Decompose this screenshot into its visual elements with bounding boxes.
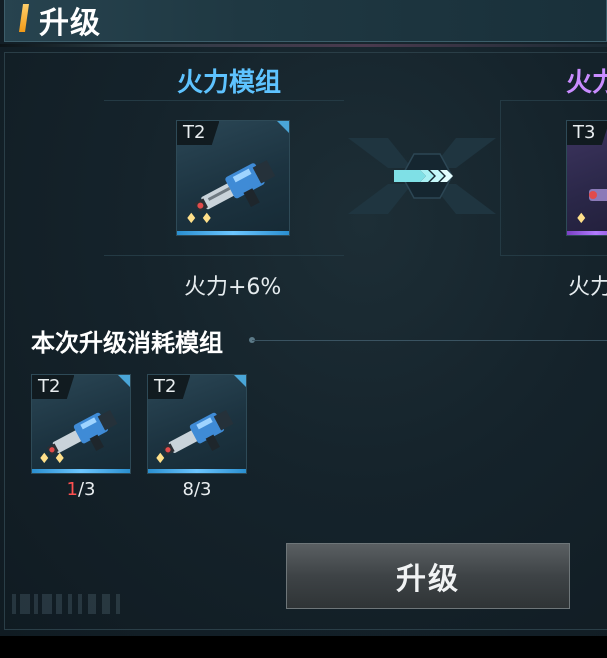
tier-label: T2 [177, 121, 220, 145]
next-module-title: 火力 [566, 68, 607, 98]
consume-item-count: 8/3 [147, 479, 247, 500]
header-divider [0, 44, 607, 47]
section-divider [252, 340, 607, 341]
consume-item-card[interactable]: T2 ♦♦ [31, 374, 131, 474]
rarity-bar [567, 231, 607, 235]
star-icon: ♦♦ [185, 211, 217, 227]
tier-label: T3 [567, 121, 607, 145]
current-module-stat: 火力+6% [184, 275, 282, 300]
consume-item-count: 1/3 [31, 479, 131, 500]
page-title: 升级 [39, 6, 101, 41]
owned-count: 1 [66, 479, 78, 500]
card-corner [234, 375, 246, 387]
current-module-card[interactable]: T2 ♦♦ [176, 120, 290, 236]
star-icon: ♦ [154, 451, 170, 467]
upgrade-button-label: 升级 [396, 562, 460, 597]
owned-count: 8 [182, 479, 194, 500]
current-module-title: 火力模组 [177, 68, 282, 98]
upgrade-button[interactable]: 升级 [286, 543, 570, 609]
weapon-icon [589, 189, 607, 201]
card-corner [118, 375, 130, 387]
required-count: /3 [193, 479, 212, 500]
next-module-stat: 火力 [568, 275, 607, 300]
consume-section-title: 本次升级消耗模组 [31, 329, 223, 357]
decorative-watermark [12, 594, 120, 614]
double-chevron-right-icon [348, 138, 496, 214]
required-count: /3 [77, 479, 96, 500]
rarity-bar [32, 469, 130, 473]
upgrade-arrow [348, 128, 496, 224]
header-accent [19, 4, 29, 32]
header-bar: 升级 [4, 0, 607, 42]
rarity-bar [177, 231, 289, 235]
consume-item-card[interactable]: T2 ♦ [147, 374, 247, 474]
upgrade-panel: 升级 火力模组 T2 ♦♦ 火力+6% 火力 T3 ♦ 火力 本次升级消耗模组 … [0, 0, 607, 636]
star-icon: ♦♦ [38, 451, 70, 467]
weapon-icon [162, 409, 234, 456]
card-corner [277, 121, 289, 133]
next-module-card[interactable]: T3 ♦ [566, 120, 607, 236]
star-icon: ♦ [575, 211, 591, 227]
rarity-bar [148, 469, 246, 473]
